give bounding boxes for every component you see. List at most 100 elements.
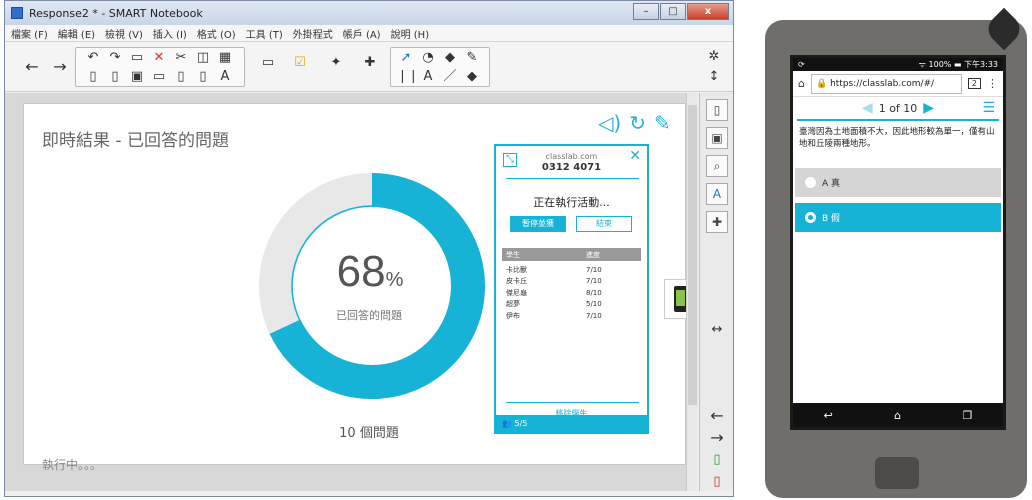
option-b-label: B 假	[822, 214, 841, 224]
pencil-icon[interactable]: ✎	[654, 111, 671, 135]
redo-icon[interactable]: ↷	[106, 49, 124, 67]
menu-account[interactable]: 帳戶 (A)	[343, 26, 381, 41]
back-arrow-icon[interactable]: ←	[23, 58, 41, 76]
phone-home-button[interactable]	[875, 457, 919, 489]
top-icons: ◁) ↻ ✎	[598, 111, 671, 135]
end-button[interactable]: 結束	[576, 216, 632, 232]
speaker-icon[interactable]: ◁)	[598, 111, 621, 135]
question-count: 10 個問題	[339, 426, 399, 441]
prev-question-icon[interactable]: ◀	[862, 100, 873, 116]
vertical-scrollbar[interactable]	[686, 93, 698, 491]
addons-puzzle-icon[interactable]: ✚	[361, 54, 379, 72]
delete-icon[interactable]: ✕	[150, 49, 168, 67]
screenshot-icon[interactable]: ◫	[194, 49, 212, 67]
url-field[interactable]: 🔒 https://classlab.com/#/	[810, 73, 962, 94]
properties-icon[interactable]: A	[706, 183, 728, 205]
option-a[interactable]: A 真	[795, 168, 1001, 197]
question-text: 臺灣因為土地面積不大，因此地形較為單一，僅有山地和丘陵兩種地形。	[799, 127, 995, 149]
eraser-icon[interactable]: ◆	[463, 68, 481, 86]
student-table: 卡比獸 7/10 皮卡丘 7/10 傑尼龜 8/10 超夢 5/10 伊布 7/10	[502, 264, 641, 322]
pens-icon[interactable]: ❘❘	[397, 68, 419, 86]
table-icon[interactable]: ▦	[216, 49, 234, 67]
display-icon[interactable]: ▭	[150, 68, 168, 86]
new-page-icon[interactable]: ▯	[84, 68, 102, 86]
edit-tool-group: ↶ ↷ ▭ ✕ ✂ ◫ ▦ ▯ ▯ ▣ ▭ ▯ ▯ A	[75, 47, 245, 87]
hamburger-menu-icon[interactable]: ☰	[982, 100, 995, 116]
running-status: 正在執行活動...	[533, 196, 610, 209]
page-sorter-icon[interactable]: ▯	[706, 99, 728, 121]
text-size-icon[interactable]: A	[216, 68, 234, 86]
menu-tools[interactable]: 工具 (T)	[246, 26, 283, 41]
back-nav-icon[interactable]: ↩	[824, 409, 833, 422]
status-text: 執行中。。。	[42, 458, 103, 472]
home-icon[interactable]: ⌂	[798, 77, 805, 90]
minimize-button[interactable]: –	[633, 3, 659, 20]
maximize-button[interactable]: □	[660, 3, 686, 20]
menu-view[interactable]: 檢視 (V)	[105, 26, 143, 41]
next-question-icon[interactable]: ▶	[923, 100, 934, 116]
panel-divider	[506, 178, 639, 179]
attachments-icon[interactable]: ⌕	[706, 155, 728, 177]
refresh-icon[interactable]: ↻	[629, 111, 646, 135]
window-controls: – □ x	[633, 3, 729, 20]
shapes-icon[interactable]: ◔	[419, 49, 437, 67]
home-nav-icon[interactable]: ⌂	[894, 409, 901, 422]
move-toolbar-icon[interactable]: ↕	[705, 68, 723, 86]
open-icon[interactable]: ▭	[128, 49, 146, 67]
menu-help[interactable]: 說明 (H)	[391, 26, 430, 41]
col-student: 學生	[506, 250, 520, 259]
menu-addons[interactable]: 外掛程式	[293, 26, 333, 41]
scrollbar-thumb[interactable]	[688, 105, 697, 405]
window-title: Response2 * - SMART Notebook	[29, 6, 203, 20]
title-bar: Response2 * - SMART Notebook – □ x	[5, 1, 733, 25]
cut-icon[interactable]: ✂	[172, 49, 190, 67]
student-name: 皮卡丘	[506, 277, 527, 286]
undo-icon[interactable]: ↶	[84, 49, 102, 67]
percent-readout: 68%	[320, 247, 420, 297]
table-row: 皮卡丘 7/10	[502, 276, 641, 288]
menu-bar: 檔案 (F) 編輯 (E) 檢視 (V) 插入 (I) 格式 (O) 工具 (T…	[5, 25, 733, 42]
copy-icon[interactable]: ▯	[194, 68, 212, 86]
student-progress: 8/10	[586, 288, 602, 297]
gallery-icon[interactable]: ▣	[706, 127, 728, 149]
android-nav-bar: ↩ ⌂ ❐	[793, 403, 1003, 427]
option-a-radio[interactable]	[805, 177, 816, 188]
document-camera-icon[interactable]: ▭	[259, 54, 277, 72]
addons-icon[interactable]: ✚	[706, 211, 728, 233]
tabs-count[interactable]: 2	[967, 78, 981, 89]
response-icon[interactable]: ☑	[291, 54, 309, 72]
status-bar: ⟳ ᯤ 100% ▬ 下午3:33	[793, 58, 1003, 71]
close-button[interactable]: x	[687, 3, 729, 20]
save-icon[interactable]: ▣	[128, 68, 146, 86]
line-icon[interactable]: ／	[441, 68, 459, 86]
menu-edit[interactable]: 編輯 (E)	[58, 26, 95, 41]
pause-button[interactable]: 暫停並獲	[510, 216, 566, 232]
menu-format[interactable]: 格式 (O)	[197, 26, 236, 41]
settings-gear-icon[interactable]: ✲	[705, 48, 723, 66]
page-title: 即時結果 - 已回答的問題	[42, 131, 229, 151]
fill-icon[interactable]: ◆	[441, 49, 459, 67]
select-arrow-icon[interactable]: ➚	[397, 49, 415, 67]
lab-tools-icon[interactable]: ✦	[327, 54, 345, 72]
paste-icon[interactable]: ▯	[172, 68, 190, 86]
delete-page-side-icon[interactable]: ▯	[708, 473, 726, 491]
canvas-area: 即時結果 - 已回答的問題 ◁) ↻ ✎ 68% 已回答的問題 10 個問題 執…	[5, 93, 698, 491]
more-menu-icon[interactable]: ⋮	[987, 77, 998, 90]
student-name: 伊布	[506, 311, 520, 320]
forward-arrow-icon[interactable]: →	[51, 58, 69, 76]
add-page-icon[interactable]: ▯	[708, 451, 726, 469]
menu-file[interactable]: 檔案 (F)	[11, 26, 48, 41]
next-page-icon[interactable]: →	[708, 429, 726, 447]
option-b-radio[interactable]	[805, 212, 816, 223]
magic-pen-icon[interactable]: ✎	[463, 49, 481, 67]
pager-text: 1 of 10	[878, 101, 918, 115]
menu-insert[interactable]: 插入 (I)	[153, 26, 187, 41]
prev-page-icon[interactable]: ←	[708, 407, 726, 425]
student-name: 卡比獸	[506, 265, 527, 274]
recents-nav-icon[interactable]: ❐	[962, 409, 972, 422]
student-name: 超夢	[506, 300, 520, 309]
resize-arrow-icon[interactable]: ↔	[708, 321, 726, 339]
text-icon[interactable]: A	[419, 68, 437, 86]
option-b[interactable]: B 假	[795, 203, 1001, 232]
delete-page-icon[interactable]: ▯	[106, 68, 124, 86]
